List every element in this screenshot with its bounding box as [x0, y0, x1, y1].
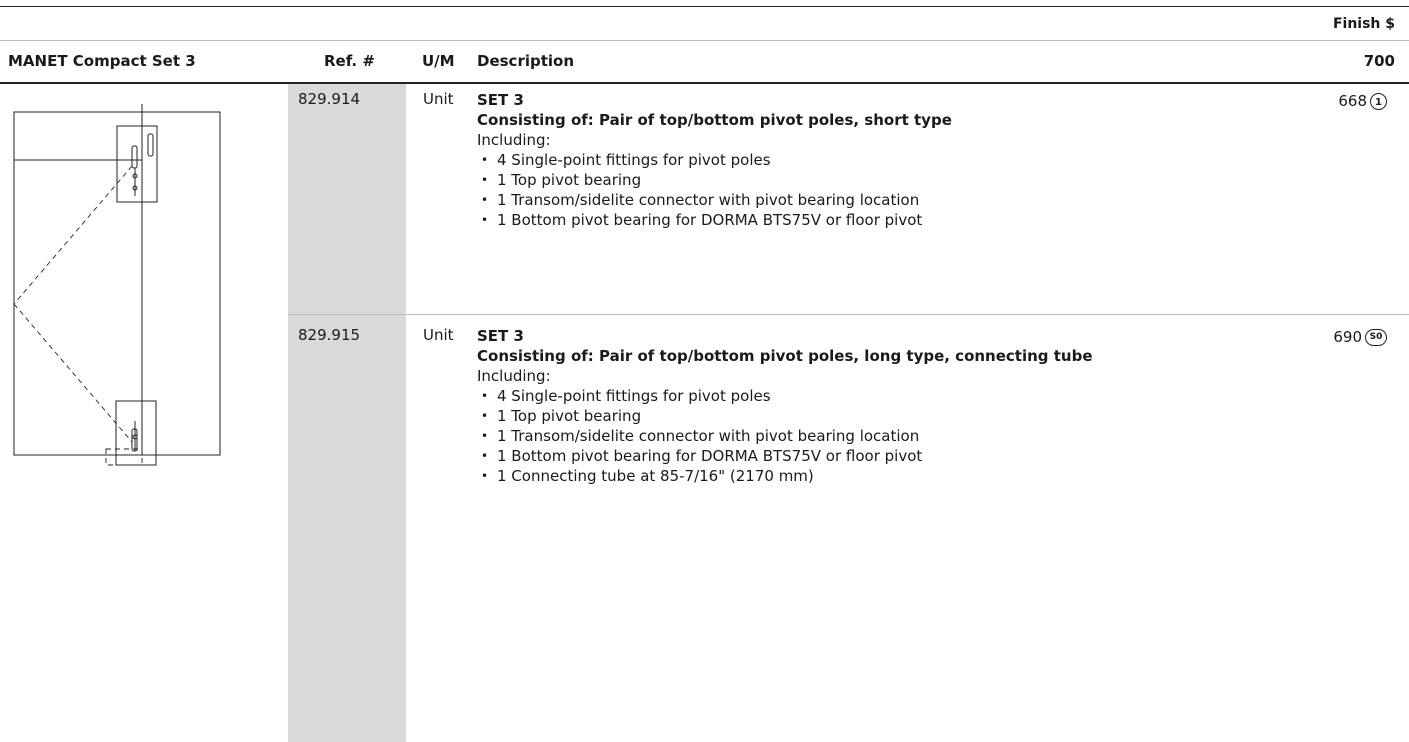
product-title: MANET Compact Set 3: [8, 52, 196, 70]
including-label: Including:: [477, 367, 551, 385]
item-title: SET 3: [477, 91, 524, 109]
bullet-item: 4 Single-point fittings for pivot poles: [477, 150, 952, 170]
um-header: U/M: [422, 52, 455, 70]
ref-number: 829.915: [298, 326, 361, 344]
item-title: SET 3: [477, 327, 524, 345]
bullet-item: 1 Transom/sidelite connector with pivot …: [477, 190, 952, 210]
ref-header: Ref. #: [324, 52, 375, 70]
finish-label: Finish $: [1332, 16, 1395, 32]
bullet-item: 1 Transom/sidelite connector with pivot …: [477, 426, 1093, 446]
table-header: MANET Compact Set 3 Ref. # U/M Descripti…: [0, 40, 1409, 84]
row-divider: [288, 314, 1409, 315]
unit-of-measure: Unit: [423, 90, 454, 108]
item-subtitle: Consisting of: Pair of top/bottom pivot …: [477, 347, 1093, 365]
ref-number: 829.914: [298, 90, 361, 108]
bullet-list: 4 Single-point fittings for pivot poles …: [477, 386, 1093, 486]
door-diagram: [13, 104, 221, 466]
price-cell: 668 1: [1338, 92, 1387, 110]
bullet-item: 1 Top pivot bearing: [477, 406, 1093, 426]
description-header: Description: [477, 52, 575, 70]
finish-code-header: 700: [1363, 52, 1395, 70]
price-value: 690: [1333, 328, 1362, 346]
bullet-list: 4 Single-point fittings for pivot poles …: [477, 150, 952, 230]
note-badge: S0: [1365, 328, 1387, 346]
including-label: Including:: [477, 131, 551, 149]
ref-column-shading: [288, 82, 406, 742]
item-description: SET 3 Consisting of: Pair of top/bottom …: [477, 326, 1093, 486]
price-value: 668: [1338, 92, 1367, 110]
item-description: SET 3 Consisting of: Pair of top/bottom …: [477, 90, 952, 230]
bullet-item: 4 Single-point fittings for pivot poles: [477, 386, 1093, 406]
item-subtitle: Consisting of: Pair of top/bottom pivot …: [477, 111, 952, 129]
top-rule: [0, 6, 1409, 7]
bullet-item: 1 Bottom pivot bearing for DORMA BTS75V …: [477, 446, 1093, 466]
bullet-item: 1 Top pivot bearing: [477, 170, 952, 190]
note-badge: 1: [1370, 92, 1387, 110]
bullet-item: 1 Connecting tube at 85-7/16" (2170 mm): [477, 466, 1093, 486]
unit-of-measure: Unit: [423, 326, 454, 344]
bullet-item: 1 Bottom pivot bearing for DORMA BTS75V …: [477, 210, 952, 230]
price-cell: 690 S0: [1333, 328, 1387, 346]
